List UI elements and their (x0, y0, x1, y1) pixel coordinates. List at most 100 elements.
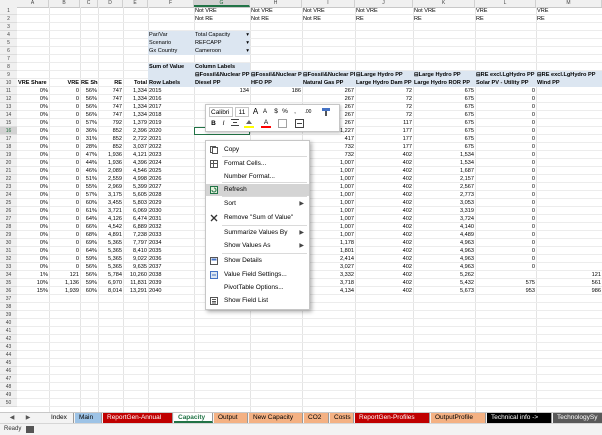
sheet-tab-reportgen-profiles[interactable]: ReportGen-Profiles (355, 413, 430, 423)
pivot-value-cell[interactable]: 4,963 (413, 239, 475, 247)
year-row-label[interactable]: 2025 (148, 167, 194, 175)
pivot-value-cell[interactable]: 402 (355, 215, 413, 223)
pivot-value-cell[interactable]: 402 (355, 159, 413, 167)
pivot-value-cell[interactable]: 134 (194, 87, 250, 95)
vre-cell[interactable]: 0 (49, 255, 80, 263)
row-header-12[interactable]: 12 (0, 95, 17, 103)
pivot-sub-header[interactable]: Large Hydro Dam PP (355, 79, 413, 87)
re-cell[interactable]: 4,542 (98, 223, 123, 231)
pivot-value-cell[interactable]: 402 (355, 207, 413, 215)
re-cell[interactable]: 2,559 (98, 175, 123, 183)
pivot-value-cell[interactable]: 0 (475, 231, 536, 239)
year-row-label[interactable]: 2021 (148, 135, 194, 143)
pivot-value-cell[interactable]: 0 (475, 191, 536, 199)
filter-label[interactable]: Gx Country (148, 47, 194, 55)
pivot-value-cell[interactable]: 0 (475, 127, 536, 135)
format-painter-icon[interactable] (318, 107, 334, 117)
pivot-value-cell[interactable]: 402 (355, 247, 413, 255)
pivot-value-cell[interactable] (536, 103, 602, 111)
re-share-cell[interactable]: 56% (80, 103, 98, 111)
vre-share-cell[interactable]: 0% (17, 143, 49, 151)
row-header-45[interactable]: 45 (0, 359, 17, 367)
pivot-value-cell[interactable] (536, 119, 602, 127)
tab-scroll-right-icon[interactable]: ▶ (24, 414, 32, 423)
year-row-label[interactable]: 2015 (148, 87, 194, 95)
pivot-value-cell[interactable] (536, 215, 602, 223)
filter-label[interactable]: Par/Var (148, 31, 194, 39)
vre-cell[interactable]: 0 (49, 87, 80, 95)
year-row-label[interactable]: 2036 (148, 255, 194, 263)
pivot-value-cell[interactable] (536, 255, 602, 263)
row-header-11[interactable]: 11 (0, 87, 17, 95)
summary-header[interactable]: RE Share (80, 79, 98, 87)
pivot-value-cell[interactable]: 0 (475, 95, 536, 103)
pivot-value-cell[interactable]: 675 (413, 111, 475, 119)
re-share-cell[interactable]: 66% (80, 223, 98, 231)
grow-font-icon[interactable]: A (251, 107, 260, 117)
vre-flag-cell[interactable]: Not VRE (302, 7, 355, 15)
vre-share-cell[interactable]: 0% (17, 111, 49, 119)
total-cell[interactable]: 1,334 (123, 95, 148, 103)
pivot-value-cell[interactable]: 72 (355, 95, 413, 103)
row-header-2[interactable]: 2 (0, 15, 17, 23)
re-cell[interactable]: 8,014 (98, 287, 123, 295)
pivot-value-cell[interactable]: 675 (413, 143, 475, 151)
vre-cell[interactable]: 0 (49, 231, 80, 239)
re-flag-cell[interactable]: Not RE (194, 15, 250, 23)
pivot-value-cell[interactable]: 0 (475, 183, 536, 191)
sheet-tab-reportgen-annual[interactable]: ReportGen-Annual (103, 413, 173, 423)
re-share-cell[interactable]: 57% (80, 119, 98, 127)
re-flag-cell[interactable]: RE (536, 15, 602, 23)
sheet-tab-new-capacity[interactable]: New Capacity (249, 413, 303, 423)
re-share-cell[interactable]: 28% (80, 143, 98, 151)
vre-cell[interactable]: 0 (49, 183, 80, 191)
filter-value[interactable]: Cameroon ▾ (194, 47, 250, 55)
filter-dropdown-icon[interactable]: ▾ (246, 47, 249, 55)
pivot-value-cell[interactable]: 117 (355, 119, 413, 127)
vre-share-cell[interactable]: 0% (17, 167, 49, 175)
pivot-value-cell[interactable]: 5,673 (413, 287, 475, 295)
vre-share-cell[interactable]: 0% (17, 191, 49, 199)
row-header-32[interactable]: 32 (0, 255, 17, 263)
pivot-value-cell[interactable] (536, 191, 602, 199)
vre-cell[interactable]: 0 (49, 191, 80, 199)
total-cell[interactable]: 8,410 (123, 247, 148, 255)
menu-item-summarize-values-by[interactable]: Summarize Values By ▶ (206, 227, 309, 239)
year-row-label[interactable]: 2019 (148, 119, 194, 127)
vre-cell[interactable]: 0 (49, 167, 80, 175)
column-header-f[interactable]: F (148, 0, 194, 7)
vre-share-cell[interactable]: 15% (17, 287, 49, 295)
vre-cell[interactable]: 0 (49, 119, 80, 127)
pivot-value-cell[interactable] (536, 143, 602, 151)
sheet-tab-main[interactable]: Main (75, 413, 102, 423)
row-header-23[interactable]: 23 (0, 183, 17, 191)
total-cell[interactable]: 13,291 (123, 287, 148, 295)
re-cell[interactable]: 5,365 (98, 263, 123, 271)
re-cell[interactable]: 5,365 (98, 255, 123, 263)
row-header-33[interactable]: 33 (0, 263, 17, 271)
year-row-label[interactable]: 2035 (148, 247, 194, 255)
pivot-value-cell[interactable]: 0 (475, 119, 536, 127)
pivot-value-cell[interactable]: 402 (355, 151, 413, 159)
pivot-value-cell[interactable]: 4,489 (413, 231, 475, 239)
total-cell[interactable]: 6,889 (123, 223, 148, 231)
shrink-font-icon[interactable]: A (261, 107, 269, 117)
re-cell[interactable]: 747 (98, 87, 123, 95)
font-size-box[interactable]: 11 (235, 107, 249, 117)
total-cell[interactable]: 4,121 (123, 151, 148, 159)
fill-color-icon[interactable]: A (243, 119, 257, 129)
re-share-cell[interactable]: 64% (80, 247, 98, 255)
pivot-value-cell[interactable]: 1,534 (413, 151, 475, 159)
vre-share-cell[interactable]: 0% (17, 135, 49, 143)
pivot-value-cell[interactable]: 402 (355, 263, 413, 271)
pivot-value-cell[interactable]: 0 (475, 103, 536, 111)
pivot-value-cell[interactable]: 72 (355, 111, 413, 119)
pivot-value-cell[interactable]: 1,687 (413, 167, 475, 175)
year-row-label[interactable]: 2016 (148, 95, 194, 103)
pivot-value-cell[interactable]: 402 (355, 231, 413, 239)
pivot-value-cell[interactable] (536, 135, 602, 143)
pivot-value-cell[interactable] (536, 175, 602, 183)
row-header-48[interactable]: 48 (0, 383, 17, 391)
total-cell[interactable]: 1,334 (123, 87, 148, 95)
year-row-label[interactable]: 2037 (148, 263, 194, 271)
